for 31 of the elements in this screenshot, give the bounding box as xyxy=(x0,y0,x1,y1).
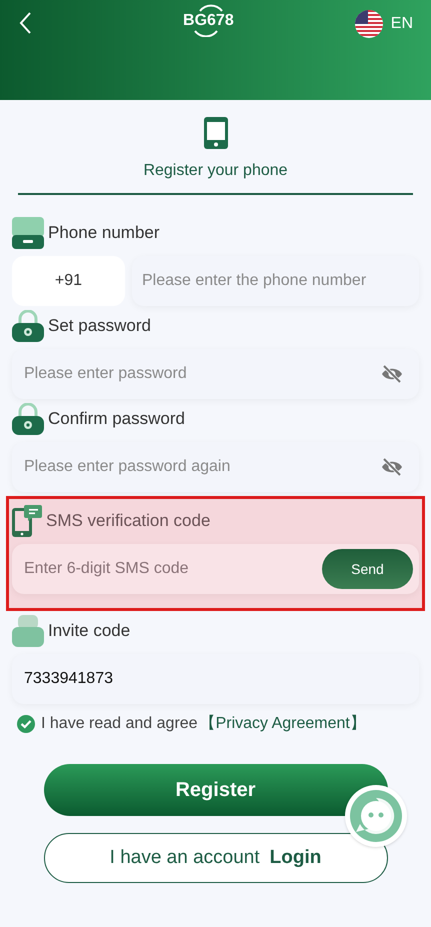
check-icon[interactable] xyxy=(17,715,35,733)
person-icon xyxy=(12,615,44,647)
password-input[interactable]: Please enter password xyxy=(12,349,419,399)
lock-icon xyxy=(12,403,44,435)
eye-hidden-icon[interactable] xyxy=(381,458,403,476)
field-label: Set password xyxy=(48,315,151,338)
register-button[interactable]: Register xyxy=(44,764,388,816)
send-button[interactable]: Send xyxy=(322,549,413,589)
phone-message-icon xyxy=(12,505,42,537)
logo-arc-icon xyxy=(193,30,220,37)
flag-icon[interactable] xyxy=(354,10,383,38)
field-label: Phone number xyxy=(48,222,160,244)
country-code-select[interactable]: +91 xyxy=(12,256,125,306)
invite-code-input[interactable]: 7333941873 xyxy=(12,654,419,704)
field-label: Confirm password xyxy=(48,408,185,430)
field-label: Invite code xyxy=(48,620,130,642)
chat-bubble-button[interactable] xyxy=(345,785,407,847)
privacy-agreement-link[interactable]: 【Privacy Agreement】 xyxy=(200,712,366,736)
card-icon xyxy=(12,217,44,249)
lock-icon xyxy=(12,310,44,342)
logo-text: BG678 xyxy=(183,12,234,30)
phone-input[interactable]: Please enter the phone number xyxy=(132,256,419,306)
logo-arc-icon xyxy=(198,4,224,12)
password-input[interactable]: Please enter password again xyxy=(12,442,419,492)
register-phone-tab[interactable]: Register your phone xyxy=(18,117,413,195)
back-icon[interactable] xyxy=(18,11,32,35)
chat-face-icon xyxy=(350,790,402,842)
phone-icon xyxy=(204,117,228,149)
field-label: SMS verification code xyxy=(46,510,210,532)
eye-hidden-icon[interactable] xyxy=(381,365,403,383)
agreement-text: I have read and agree xyxy=(41,714,198,734)
